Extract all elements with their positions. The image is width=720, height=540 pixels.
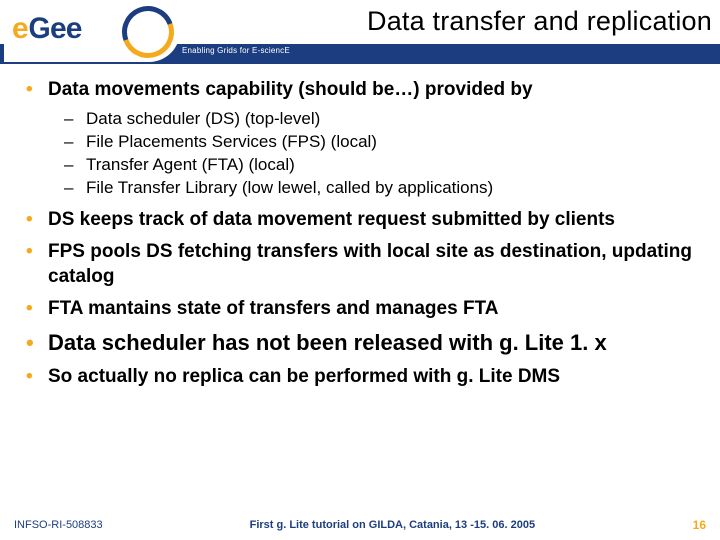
bullet-item: Data movements capability (should be…) p…: [24, 78, 700, 200]
slide-header: Data transfer and replication Enabling G…: [0, 0, 720, 64]
sub-bullet-item: File Placements Services (FPS) (local): [64, 131, 700, 154]
bullet-item: Data scheduler has not been released wit…: [24, 329, 700, 357]
slide: Data transfer and replication Enabling G…: [0, 0, 720, 540]
footer-event: First g. Lite tutorial on GILDA, Catania…: [123, 519, 662, 531]
bullet-item: FTA mantains state of transfers and mana…: [24, 297, 700, 321]
bullet-item: FPS pools DS fetching transfers with loc…: [24, 240, 700, 289]
slide-body: Data movements capability (should be…) p…: [24, 78, 700, 398]
sub-bullet-item: File Transfer Library (low lewel, called…: [64, 177, 700, 200]
bullet-item: DS keeps track of data movement request …: [24, 208, 700, 232]
bullet-text: Data movements capability (should be…) p…: [48, 79, 533, 100]
sub-bullet-item: Data scheduler (DS) (top-level): [64, 108, 700, 131]
egee-logo: eGee: [4, 0, 180, 62]
header-tagline: Enabling Grids for E-sciencE: [182, 46, 290, 55]
slide-title: Data transfer and replication: [200, 6, 712, 37]
logo-text: eGee: [12, 12, 81, 46]
bullet-item: So actually no replica can be performed …: [24, 365, 700, 389]
footer-reference: INFSO-RI-508833: [14, 519, 103, 531]
page-number: 16: [682, 518, 706, 532]
slide-footer: INFSO-RI-508833 First g. Lite tutorial o…: [0, 514, 720, 540]
sub-bullet-item: Transfer Agent (FTA) (local): [64, 154, 700, 177]
